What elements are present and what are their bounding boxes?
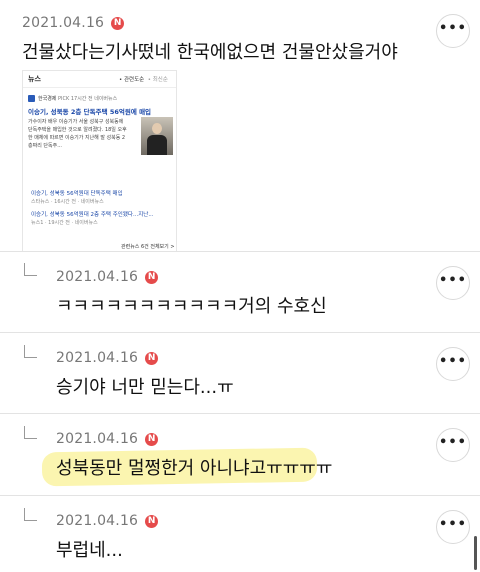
reply-date: 2021.04.16: [56, 431, 139, 447]
divider: [0, 251, 480, 252]
news-source-name: 한국경제: [38, 96, 57, 102]
reply-date: 2021.04.16: [56, 269, 139, 285]
more-options-button[interactable]: •••: [436, 14, 470, 48]
reply-header: 2021.04.16 N: [56, 269, 159, 285]
related-news-meta: 스타뉴스 · 16시간 전 · 네이버뉴스: [31, 199, 104, 205]
reply-date: 2021.04.16: [56, 513, 139, 529]
sort-relevance: • 관련도순: [119, 77, 145, 83]
new-badge-icon: N: [145, 351, 159, 365]
reply-arrow-icon: [24, 508, 37, 521]
more-options-button[interactable]: •••: [436, 428, 470, 462]
news-snippet: 가수이자 배우 이승기가 서울 성북구 성북동에 단독주택을 매입한 것으로 알…: [28, 119, 127, 149]
comment-date: 2021.04.16: [22, 15, 105, 31]
reply-header: 2021.04.16 N: [56, 513, 159, 529]
more-options-button[interactable]: •••: [436, 510, 470, 544]
new-badge-icon: N: [145, 432, 159, 446]
reply-arrow-icon: [24, 426, 37, 439]
new-badge-icon: N: [145, 514, 159, 528]
news-pick-label: PICK: [58, 95, 70, 102]
new-badge-icon: N: [145, 270, 159, 284]
more-icon: •••: [439, 273, 467, 288]
press-logo-icon: [28, 95, 35, 102]
divider: [0, 413, 480, 414]
reply-date: 2021.04.16: [56, 350, 139, 366]
reply-arrow-icon: [24, 345, 37, 358]
related-news-title: 이승기, 성북동 56억원대 2층 주택 주인됐다...지난...: [31, 212, 154, 218]
news-header-title: 뉴스: [28, 75, 41, 83]
more-icon: •••: [439, 517, 467, 532]
news-time: 17시간 전: [70, 96, 93, 102]
related-news-meta: 뉴스1 · 19시간 전 · 네이버뉴스: [31, 220, 98, 226]
comment-header: 2021.04.16 N: [22, 15, 125, 31]
more-options-button[interactable]: •••: [436, 266, 470, 300]
reply-text: 승기야 너만 믿는다...ㅠ: [56, 377, 234, 398]
reply-arrow-icon: [24, 263, 37, 276]
reply-text: 부럽네...: [56, 540, 123, 561]
reply-text: ㅋㅋㅋㅋㅋㅋㅋㅋㅋㅋㅋ거의 수호신: [56, 296, 327, 317]
photo-head: [152, 123, 162, 134]
news-sort-options: • 관련도순 • 최신순: [119, 75, 168, 83]
related-news-title: 이승기, 성북동 56억원대 단독주택 매입: [31, 191, 123, 197]
photo-suit: [147, 135, 167, 155]
news-source: 한국경제 PICK 17시간 전 네이버뉴스: [28, 95, 117, 102]
new-badge-icon: N: [111, 16, 125, 30]
related-news-more-link: 관련뉴스 6건 전체보기 >: [121, 244, 175, 250]
more-icon: •••: [439, 354, 467, 369]
divider: [0, 332, 480, 333]
more-icon: •••: [439, 21, 467, 36]
news-headline: 이승기, 성북동 2층 단독주택 56억원에 매입: [28, 108, 152, 116]
sort-latest: • 최신순: [147, 77, 168, 83]
more-icon: •••: [439, 435, 467, 450]
scrollbar[interactable]: [474, 536, 477, 570]
news-screenshot-image[interactable]: 뉴스 • 관련도순 • 최신순 한국경제 PICK 17시간 전 네이버뉴스 이…: [22, 70, 177, 252]
comment-text: 건물샀다는기사떴네 한국에없으면 건물안샀을거야: [22, 42, 398, 63]
news-portal: 네이버뉴스: [94, 96, 118, 102]
comment-post: 2021.04.16 N 건물샀다는기사떴네 한국에없으면 건물안샀을거야 ••…: [0, 0, 480, 252]
reply-header: 2021.04.16 N: [56, 350, 159, 366]
more-options-button[interactable]: •••: [436, 347, 470, 381]
news-header: 뉴스 • 관련도순 • 최신순: [23, 71, 176, 88]
reply-text: 성북동만 멀쩡한거 아니냐고ㅠㅠㅠㅠ: [56, 458, 333, 479]
divider: [0, 495, 480, 496]
news-thumbnail-image: [141, 117, 173, 155]
reply-header: 2021.04.16 N: [56, 431, 159, 447]
